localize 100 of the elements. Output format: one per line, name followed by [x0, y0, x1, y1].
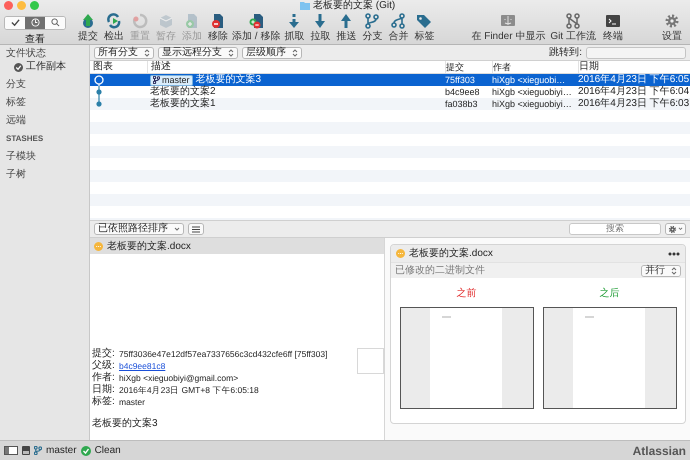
settings-icon [668, 224, 677, 234]
column-header[interactable]: 图表 [90, 61, 147, 73]
repo-state: Clean [94, 444, 121, 458]
checkout-icon [106, 13, 122, 29]
jump-to-field[interactable] [586, 46, 686, 58]
sidebar-toggle-icon[interactable] [4, 446, 18, 455]
toolbar-button[interactable]: 合并 [386, 13, 410, 42]
view-label: 查看 [25, 32, 45, 47]
detail-label: 标签: [92, 396, 116, 408]
list-view-button[interactable] [188, 223, 204, 235]
commit-hash: b4c9ee8 [445, 86, 481, 98]
terminal-icon [604, 13, 621, 29]
detail-label: 父级: [92, 360, 116, 372]
column-header[interactable]: 作者 [492, 61, 578, 73]
commit-date: 2016年4月23日 下午6:03 [578, 98, 690, 110]
check-circle-icon [14, 62, 23, 72]
toolbar-button[interactable]: 拉取 [308, 13, 332, 42]
file-row[interactable]: 老板要的文案.docx [90, 238, 384, 254]
document-plus-icon [184, 13, 200, 29]
more-icon[interactable] [668, 252, 680, 256]
modified-status-icon [94, 242, 103, 250]
search-icon [50, 18, 60, 27]
branch-icon [364, 13, 380, 29]
toolbar-button[interactable]: 推送 [334, 13, 358, 42]
commit-row[interactable]: master 老板要的文案3 75ff303 hiXgb <xieguobi… 2016年4月23日 下午6:05 [90, 74, 690, 86]
commit-message: 老板要的文案1 [150, 98, 216, 110]
commit-date: 2016年4月23日 下午6:04 [578, 86, 690, 98]
commit-row[interactable]: 老板要的文案2 b4c9ee8 hiXgb <xieguobiyi… 2016年4月23日 下午6:04 [90, 86, 690, 98]
toolbar-button[interactable]: 在 Finder 中显示 [471, 13, 546, 42]
folder-icon [300, 1, 310, 10]
column-header[interactable]: 日期 [578, 61, 690, 73]
column-header[interactable]: 描述 [147, 61, 445, 73]
column-header[interactable]: 提交 [445, 61, 492, 73]
updown-caret-icon [144, 48, 150, 56]
detail-label: 日期: [92, 384, 116, 396]
toolbar-button[interactable]: 标签 [412, 13, 436, 42]
box-icon [158, 13, 174, 29]
detail-value: 75ff3036e47e12df57ea7337656c3cd432cfe6ff [75ff303] [119, 348, 328, 360]
sidebar-item[interactable]: 子树 [6, 169, 89, 181]
sidebar-item[interactable]: 标签 [6, 97, 89, 109]
sidebar-header: STASHES [6, 133, 44, 145]
diff-subtitle: 已修改的二进制文件 [395, 264, 485, 278]
commit-hash: 75ff303 [445, 74, 476, 86]
toolbar-button[interactable]: 分支 [360, 13, 384, 42]
view-segment[interactable] [25, 16, 45, 28]
document-minus-icon [210, 13, 226, 29]
sidebar-item[interactable]: 子模块 [6, 151, 89, 163]
commit-message: 老板要的文案2 [150, 86, 216, 98]
after-label: 之后 [600, 286, 620, 301]
toolbar-button[interactable]: 终端 [600, 13, 625, 42]
settings-button[interactable]: 设置 [660, 13, 684, 42]
commit-hash: fa038b3 [445, 98, 479, 110]
list-icon [191, 226, 201, 232]
commit-author: hiXgb <xieguobiyi… [492, 86, 573, 98]
check-circle-icon [80, 446, 91, 456]
parent-commit-link[interactable]: b4c9ee81c8 [119, 360, 166, 372]
clock-icon [30, 18, 40, 27]
view-mode-dropdown[interactable]: 并行 [641, 264, 681, 276]
flow-nodes-icon [565, 13, 582, 29]
toolbar-button[interactable]: 提交 [76, 13, 100, 42]
toolbar-button[interactable]: 移除 [206, 13, 230, 42]
chevron-down-icon [174, 226, 180, 232]
filter-dropdown[interactable]: 所有分支 [94, 46, 154, 58]
sidebar-item[interactable]: 文件状态 [6, 48, 89, 60]
detail-value: hiXgb <xieguobiyi@gmail.com> [119, 372, 238, 384]
commit-date: 2016年4月23日 下午6:05 [578, 74, 690, 86]
commit-author: hiXgb <xieguobiyi… [492, 98, 573, 110]
panel-icon[interactable] [22, 446, 30, 455]
branch-icon [153, 76, 160, 84]
filter-dropdown[interactable]: 显示远程分支 [158, 46, 238, 58]
detail-value: 2016年4月23日 GMT+8 下午6:05:18 [119, 384, 259, 396]
toolbar-button[interactable]: 抓取 [282, 13, 306, 42]
detail-value: master [119, 396, 145, 408]
updown-caret-icon [671, 266, 677, 274]
tag-icon [416, 13, 432, 29]
monitor-face-icon [500, 13, 516, 29]
toolbar-button[interactable]: 检出 [102, 13, 126, 42]
chevron-down-icon [678, 227, 683, 231]
reset-icon [132, 13, 148, 29]
current-branch: master [46, 444, 77, 458]
document-plus-minus-icon [248, 13, 264, 29]
sidebar-item[interactable]: 工作副本 [26, 61, 66, 73]
gear-dropdown-button[interactable] [665, 223, 686, 235]
checkmark-icon [10, 18, 20, 27]
branch-name: master [162, 76, 190, 84]
before-label: 之前 [456, 286, 476, 301]
commit-message: 老板要的文案3 [92, 418, 159, 430]
jump-to-label: 跳转到: [549, 46, 582, 60]
toolbar-button[interactable]: 添加 / 移除 [232, 13, 280, 42]
toolbar-button[interactable]: Git 工作流 [550, 13, 596, 42]
file-name: 老板要的文案.docx [107, 240, 191, 254]
commit-message: 老板要的文案3 [196, 74, 262, 86]
close-button[interactable] [4, 1, 13, 10]
sidebar-item[interactable]: 远端 [6, 115, 89, 127]
sidebar-item[interactable]: 分支 [6, 79, 89, 91]
updown-caret-icon [228, 48, 234, 56]
filter-dropdown[interactable]: 层级顺序 [242, 46, 302, 58]
commit-row[interactable]: 老板要的文案1 fa038b3 hiXgb <xieguobiyi… 2016年4月23日 下午6:03 [90, 98, 690, 110]
sort-dropdown[interactable]: 已依照路径排序 [94, 223, 184, 235]
search-field[interactable]: 搜索 [569, 223, 661, 235]
